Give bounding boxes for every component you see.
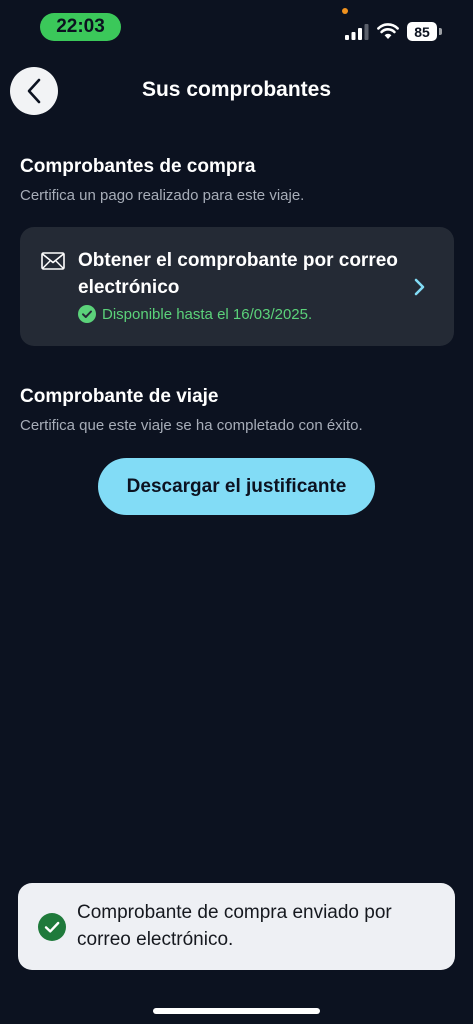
signal-icon: [345, 24, 369, 40]
chevron-right-icon: [414, 278, 425, 296]
wifi-icon: [377, 23, 399, 39]
battery-tip: [439, 28, 442, 35]
download-receipt-button[interactable]: Descargar el justificante: [98, 458, 375, 515]
trip-section-title: Comprobante de viaje: [20, 386, 219, 407]
purchase-section-title: Comprobantes de compra: [20, 156, 256, 177]
trip-section-subtitle: Certifica que este viaje se ha completad…: [20, 417, 363, 434]
screen: 22:03 85 Sus comprobantes Comprobantes d…: [0, 0, 473, 1024]
status-time-label: 22:03: [56, 16, 105, 37]
toast-notification: Comprobante de compra enviado por correo…: [18, 883, 455, 970]
availability-text: Disponible hasta el 16/03/2025.: [102, 305, 313, 323]
purchase-section-subtitle: Certifica un pago realizado para este vi…: [20, 187, 305, 204]
check-circle-icon: [38, 913, 66, 941]
status-time: 22:03: [40, 13, 121, 41]
home-indicator[interactable]: [153, 1008, 320, 1014]
email-receipt-title: Obtener el comprobante por correo electr…: [78, 250, 398, 298]
battery-level: 85: [414, 23, 430, 40]
privacy-indicator-dot: [342, 8, 348, 14]
email-receipt-card[interactable]: Obtener el comprobante por correo electr…: [20, 227, 454, 346]
check-circle-icon: [78, 305, 96, 323]
mail-icon: [41, 252, 65, 270]
battery-icon: 85: [407, 22, 437, 41]
availability-status: Disponible hasta el 16/03/2025.: [78, 305, 312, 323]
status-bar: 22:03 85: [0, 0, 473, 48]
page-title: Sus comprobantes: [141, 78, 332, 101]
toast-message: Comprobante de compra enviado por correo…: [77, 902, 392, 950]
